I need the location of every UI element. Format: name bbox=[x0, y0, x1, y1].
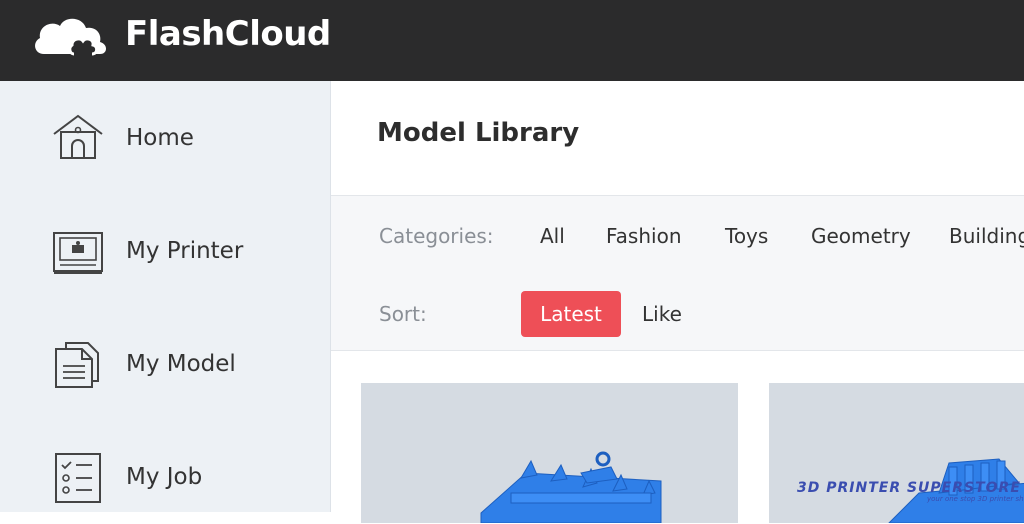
sort-latest-button[interactable]: Latest bbox=[521, 291, 621, 337]
sidebar: Home My Printer My Model My Job bbox=[0, 81, 331, 512]
main-header: Model Library bbox=[331, 81, 1024, 196]
category-geometry[interactable]: Geometry bbox=[811, 224, 911, 248]
sidebar-item-label: Home bbox=[126, 125, 194, 151]
watermark-title: 3D PRINTER SUPERSTORE bbox=[797, 480, 1021, 496]
categories-label: Categories: bbox=[379, 224, 494, 248]
watermark-tagline: your one stop 3D printer shop bbox=[927, 495, 1024, 503]
printer-icon bbox=[53, 232, 103, 274]
sidebar-item-my-model[interactable]: My Model bbox=[0, 321, 330, 411]
model-card[interactable] bbox=[361, 383, 738, 523]
sidebar-item-my-printer[interactable]: My Printer bbox=[0, 208, 330, 298]
watermark: 3D PRINTER SUPERSTORE your one stop 3D p… bbox=[797, 480, 1024, 503]
cloud-logo-icon bbox=[35, 18, 106, 56]
brand-name: FlashCloud bbox=[125, 14, 331, 54]
page-title: Model Library bbox=[377, 118, 580, 148]
category-building[interactable]: Building bbox=[949, 224, 1024, 248]
category-toys[interactable]: Toys bbox=[725, 224, 768, 248]
sidebar-item-my-job[interactable]: My Job bbox=[0, 434, 330, 524]
sort-label: Sort: bbox=[379, 302, 427, 326]
category-all[interactable]: All bbox=[540, 224, 565, 248]
sort-like-button[interactable]: Like bbox=[642, 302, 682, 326]
model-thumbnail bbox=[361, 383, 738, 523]
sidebar-item-label: My Model bbox=[126, 351, 236, 377]
document-icon bbox=[55, 342, 99, 388]
home-icon bbox=[53, 114, 103, 159]
top-bar: FlashCloud bbox=[0, 0, 1024, 81]
sidebar-item-label: My Job bbox=[126, 464, 203, 490]
category-fashion[interactable]: Fashion bbox=[606, 224, 682, 248]
checklist-icon bbox=[55, 453, 101, 503]
sidebar-item-home[interactable]: Home bbox=[0, 95, 330, 185]
sidebar-item-label: My Printer bbox=[126, 238, 244, 264]
filter-panel: Categories: All Fashion Toys Geometry Bu… bbox=[331, 196, 1024, 351]
